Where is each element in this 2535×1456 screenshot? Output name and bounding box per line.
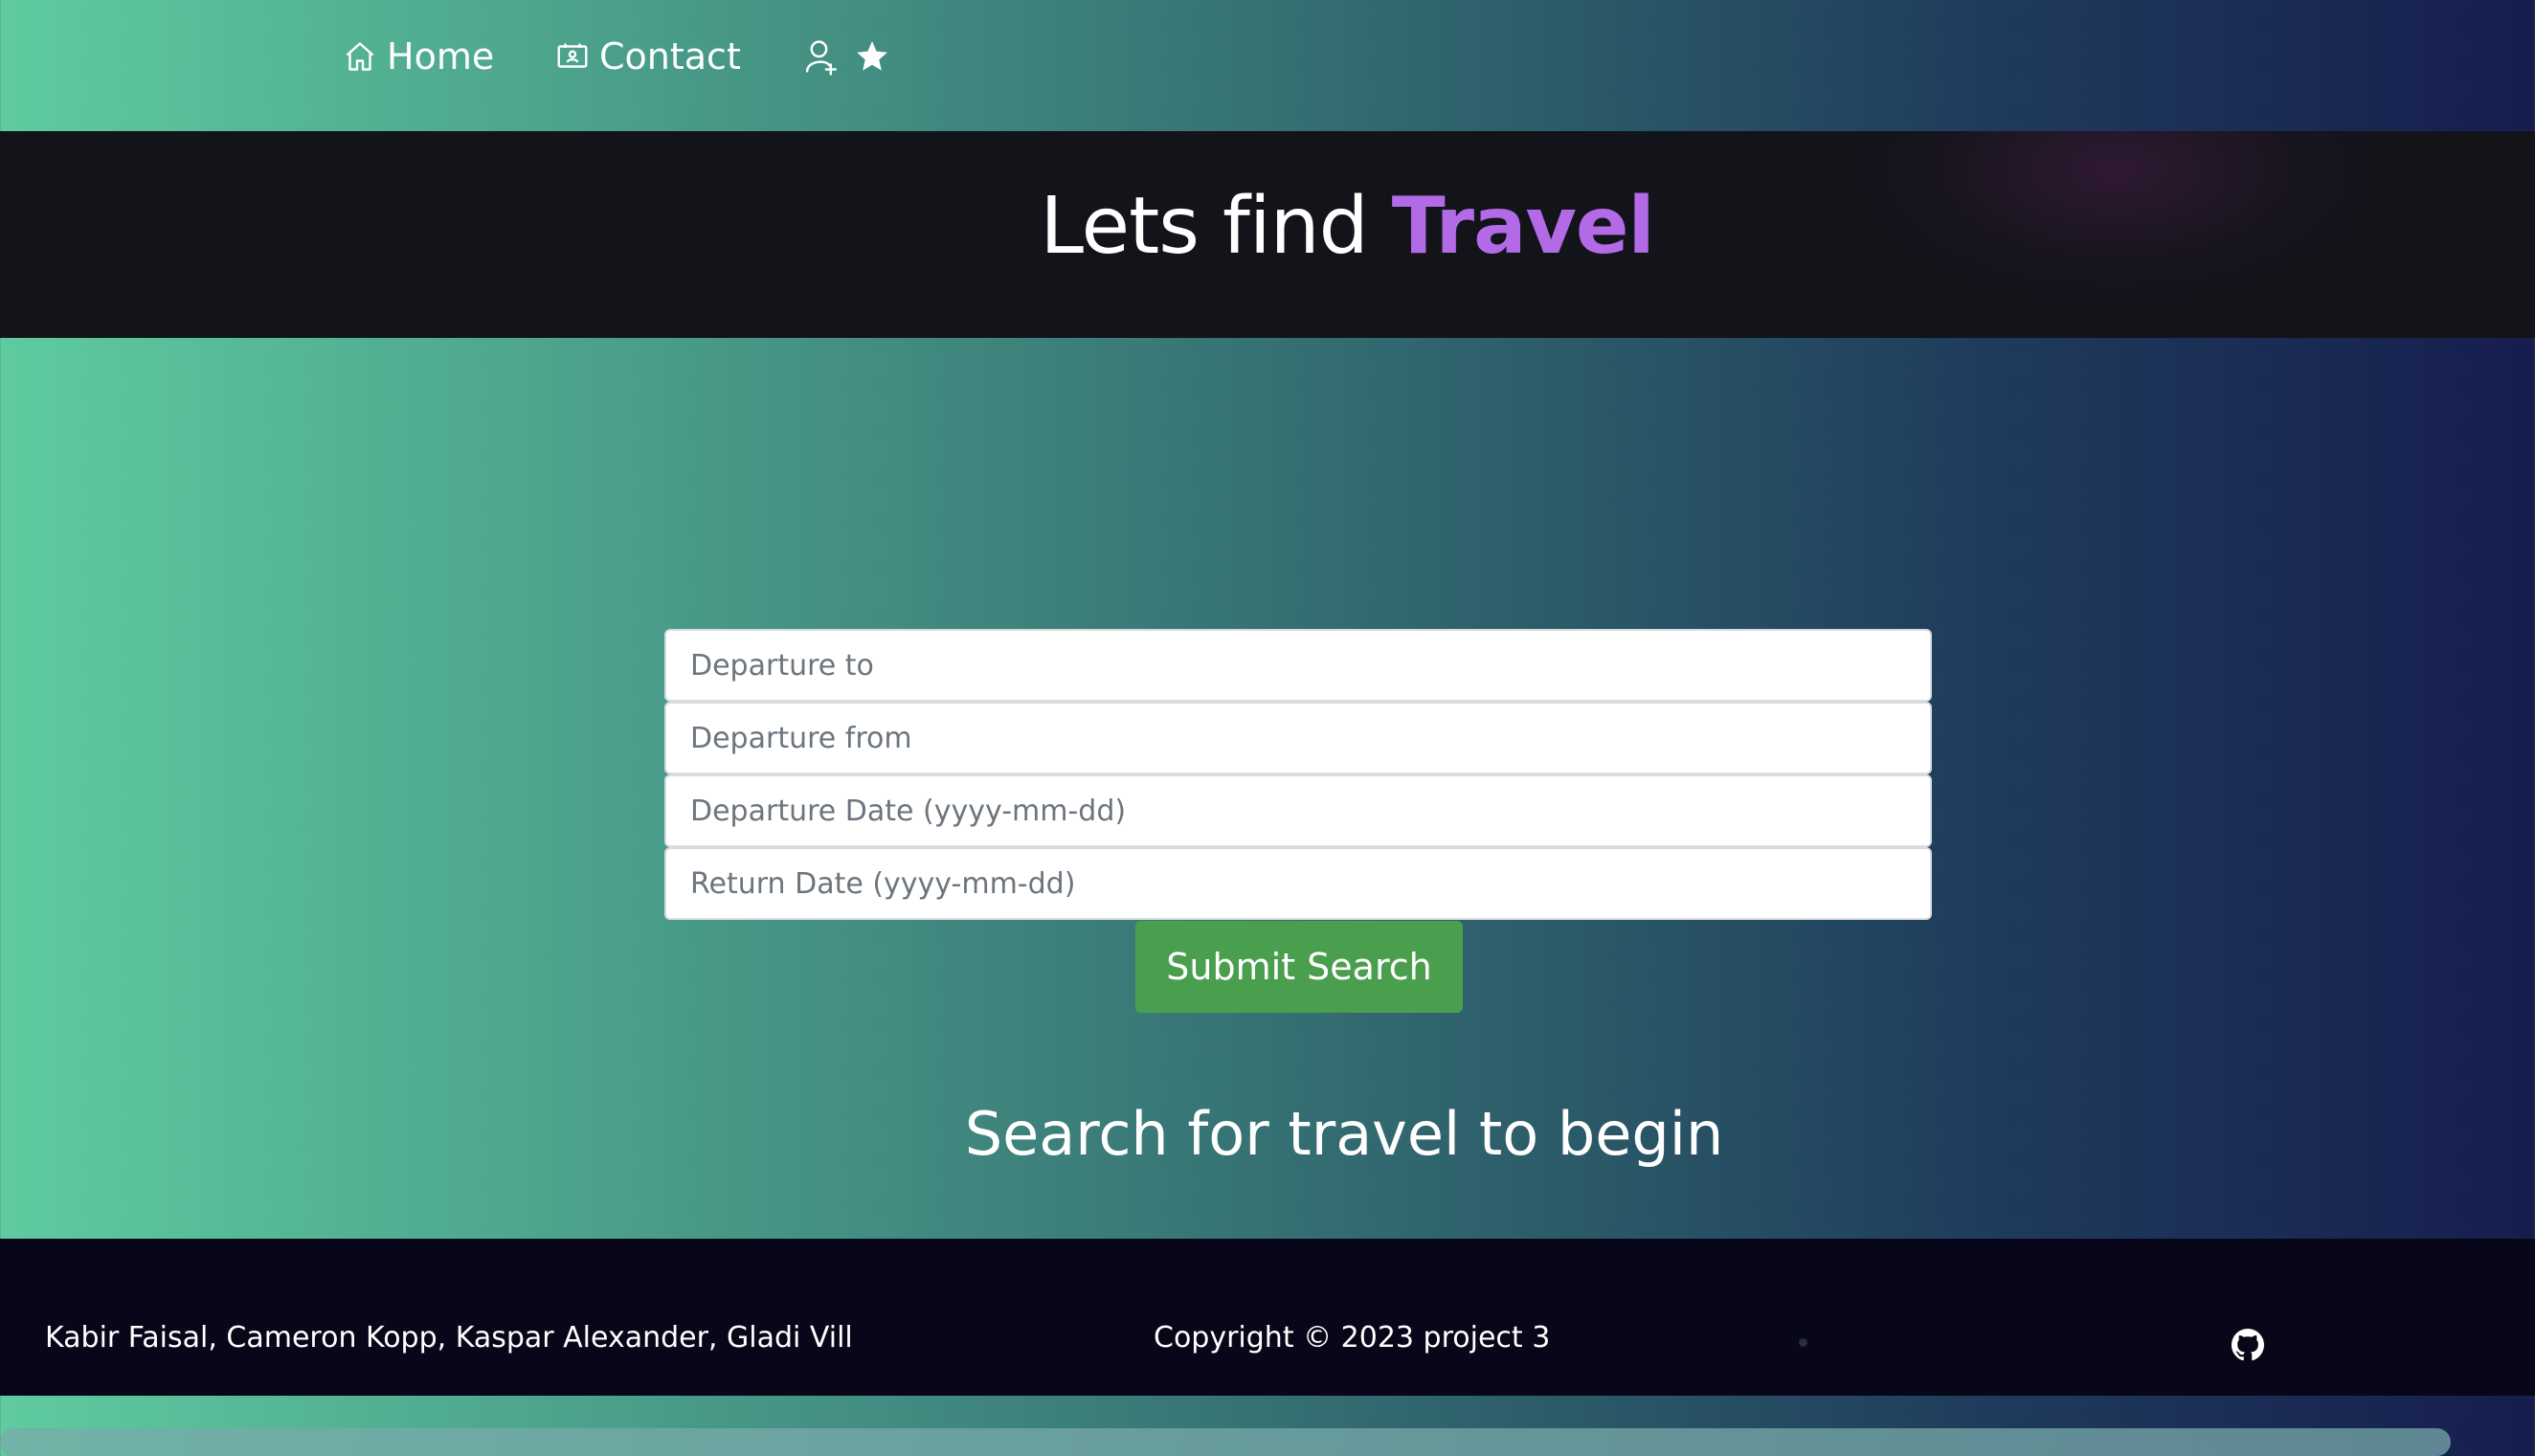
github-icon — [2232, 1329, 2264, 1365]
footer-copyright: Copyright © 2023 project 3 — [1154, 1321, 1551, 1355]
hero-title-accent: Travel — [1391, 181, 1655, 272]
return-date-input[interactable] — [664, 847, 1932, 920]
github-link[interactable] — [2232, 1329, 2264, 1361]
user-add-icon — [802, 37, 839, 76]
footer: Kabir Faisal, Cameron Kopp, Kaspar Alexa… — [0, 1239, 2535, 1396]
departure-from-input[interactable] — [664, 702, 1932, 774]
departure-to-input[interactable] — [664, 629, 1932, 702]
submit-search-button[interactable]: Submit Search — [1135, 921, 1463, 1013]
hero-title: Lets find Travel — [0, 181, 2535, 272]
hero-banner: Lets find Travel — [0, 131, 2535, 338]
horizontal-scrollbar-thumb[interactable] — [0, 1428, 2451, 1456]
departure-date-input[interactable] — [664, 774, 1932, 847]
hero-title-prefix: Lets find — [1040, 181, 1392, 272]
nav-contact-label: Contact — [599, 35, 741, 78]
user-add-button[interactable] — [802, 33, 839, 80]
empty-results-message: Search for travel to begin — [964, 1099, 1724, 1169]
nav-home-link[interactable]: Home — [343, 33, 494, 80]
travel-search-form — [664, 629, 1932, 920]
nav-home-label: Home — [387, 35, 495, 78]
contact-card-icon — [555, 39, 590, 74]
star-icon — [854, 38, 890, 75]
favorites-button[interactable] — [854, 33, 890, 80]
footer-authors: Kabir Faisal, Cameron Kopp, Kaspar Alexa… — [45, 1321, 853, 1355]
top-navbar: Home Contact — [0, 0, 2535, 131]
footer-dot — [1799, 1338, 1807, 1347]
home-icon — [343, 39, 377, 74]
nav-contact-link[interactable]: Contact — [555, 33, 741, 80]
